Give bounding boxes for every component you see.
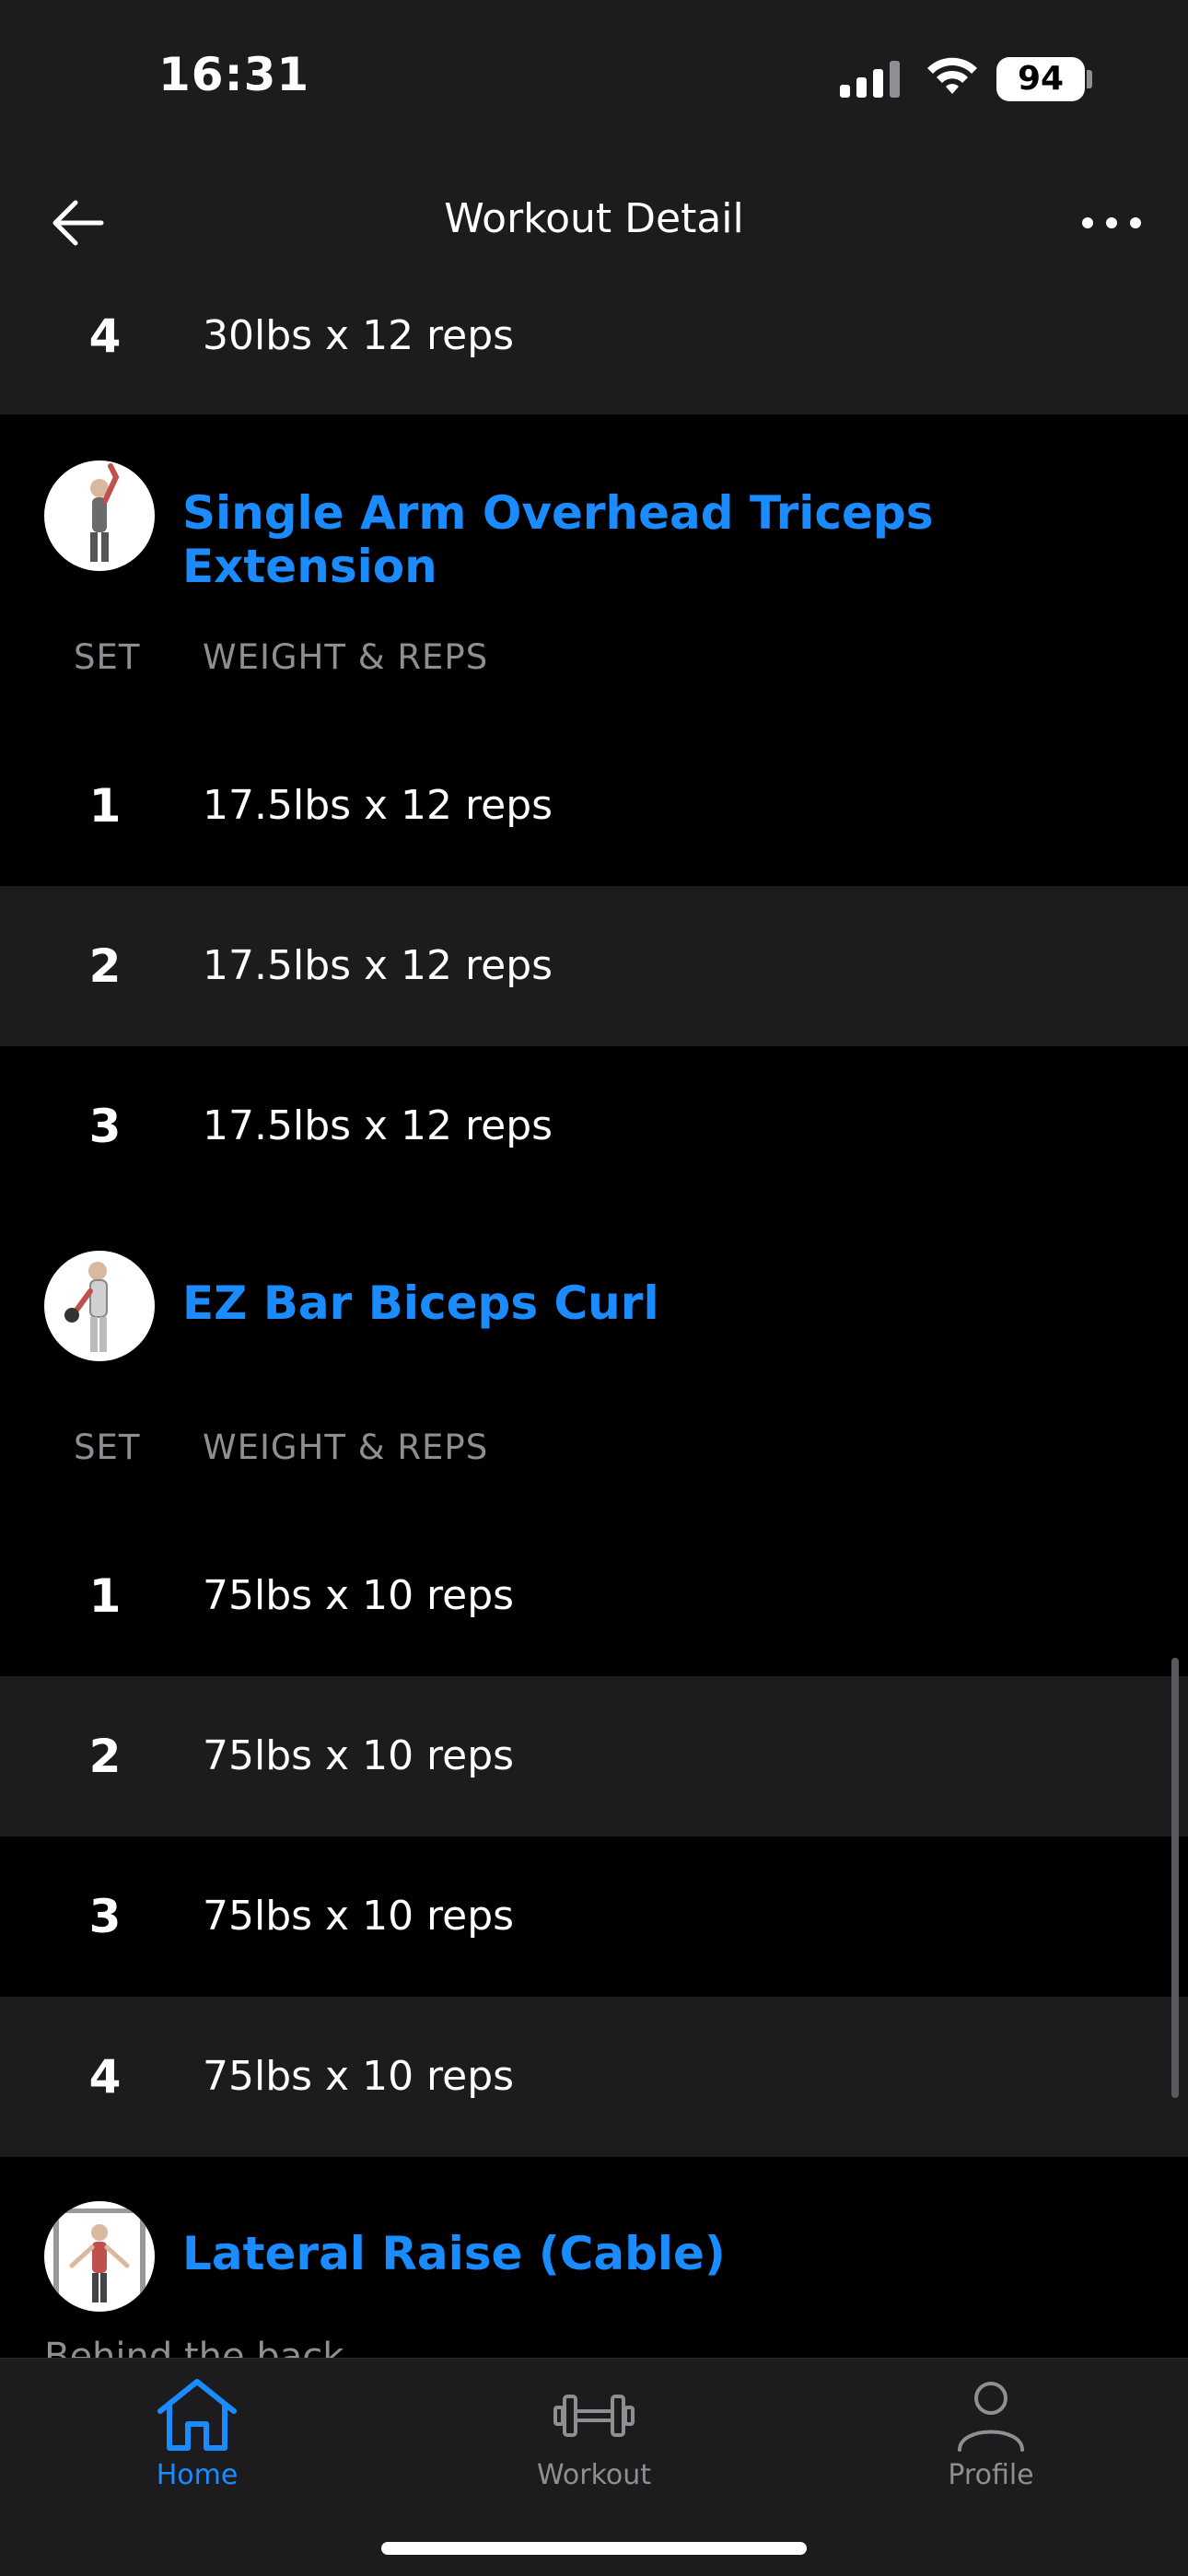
exercise-title[interactable]: Lateral Raise (Cable) — [182, 2227, 726, 2280]
table-row: 4 75lbs x 10 reps — [0, 1997, 1188, 2157]
battery-level: 94 — [996, 57, 1085, 101]
table-row: 1 75lbs x 10 reps — [0, 1516, 1188, 1676]
column-header-weight-reps: WEIGHT & REPS — [203, 637, 489, 677]
column-header-set: SET — [74, 1428, 141, 1467]
column-header-set: SET — [74, 637, 141, 677]
set-number: 1 — [88, 779, 122, 833]
exercise-thumbnail[interactable] — [44, 1251, 155, 1361]
set-weight-reps: 17.5lbs x 12 reps — [203, 942, 553, 989]
exercise-title[interactable]: Single Arm Overhead Triceps Extension — [182, 486, 1188, 593]
table-row — [0, 295, 1188, 414]
cellular-signal-icon — [840, 61, 900, 98]
wifi-icon — [927, 57, 977, 94]
tab-home[interactable]: Home — [87, 2367, 308, 2505]
page-title: Workout Detail — [444, 195, 744, 242]
set-number: 4 — [88, 2050, 122, 2104]
set-number: 3 — [88, 1890, 122, 1943]
tab-label-profile: Profile — [948, 2459, 1034, 2491]
more-options-icon[interactable] — [1079, 193, 1144, 252]
set-number: 4 — [88, 309, 122, 363]
exercise-thumbnail[interactable] — [44, 460, 155, 571]
set-number: 2 — [88, 1730, 122, 1783]
table-row: 3 75lbs x 10 reps — [0, 1836, 1188, 1997]
set-weight-reps: 75lbs x 10 reps — [203, 1893, 515, 1940]
home-icon — [157, 2379, 237, 2451]
table-row: 3 17.5lbs x 12 reps — [0, 1046, 1188, 1206]
set-number: 2 — [88, 939, 122, 993]
column-header-weight-reps: WEIGHT & REPS — [203, 1428, 489, 1467]
table-row: 2 17.5lbs x 12 reps — [0, 886, 1188, 1046]
exercise-title[interactable]: EZ Bar Biceps Curl — [182, 1276, 659, 1330]
dumbbell-icon — [553, 2395, 635, 2437]
set-weight-reps: 17.5lbs x 12 reps — [203, 1102, 553, 1149]
set-weight-reps: 17.5lbs x 12 reps — [203, 782, 553, 829]
home-indicator — [381, 2542, 807, 2555]
set-weight-reps: 75lbs x 10 reps — [203, 1732, 515, 1779]
set-weight-reps: 75lbs x 10 reps — [203, 2053, 515, 2100]
status-time: 16:31 — [158, 48, 310, 101]
tab-workout[interactable]: Workout — [483, 2367, 705, 2505]
tab-profile[interactable]: Profile — [880, 2367, 1101, 2505]
battery-tip — [1087, 70, 1092, 88]
person-icon — [958, 2382, 1024, 2452]
table-row: 2 75lbs x 10 reps — [0, 1676, 1188, 1836]
set-number: 1 — [88, 1569, 122, 1623]
scrollbar[interactable] — [1171, 1658, 1179, 2098]
exercise-thumbnail[interactable] — [44, 2201, 155, 2312]
set-weight-reps: 30lbs x 12 reps — [203, 312, 515, 359]
tab-label-home: Home — [156, 2459, 239, 2491]
set-number: 3 — [88, 1100, 122, 1153]
table-row: 1 17.5lbs x 12 reps — [0, 726, 1188, 886]
tab-label-workout: Workout — [536, 2459, 652, 2491]
set-weight-reps: 75lbs x 10 reps — [203, 1572, 515, 1619]
